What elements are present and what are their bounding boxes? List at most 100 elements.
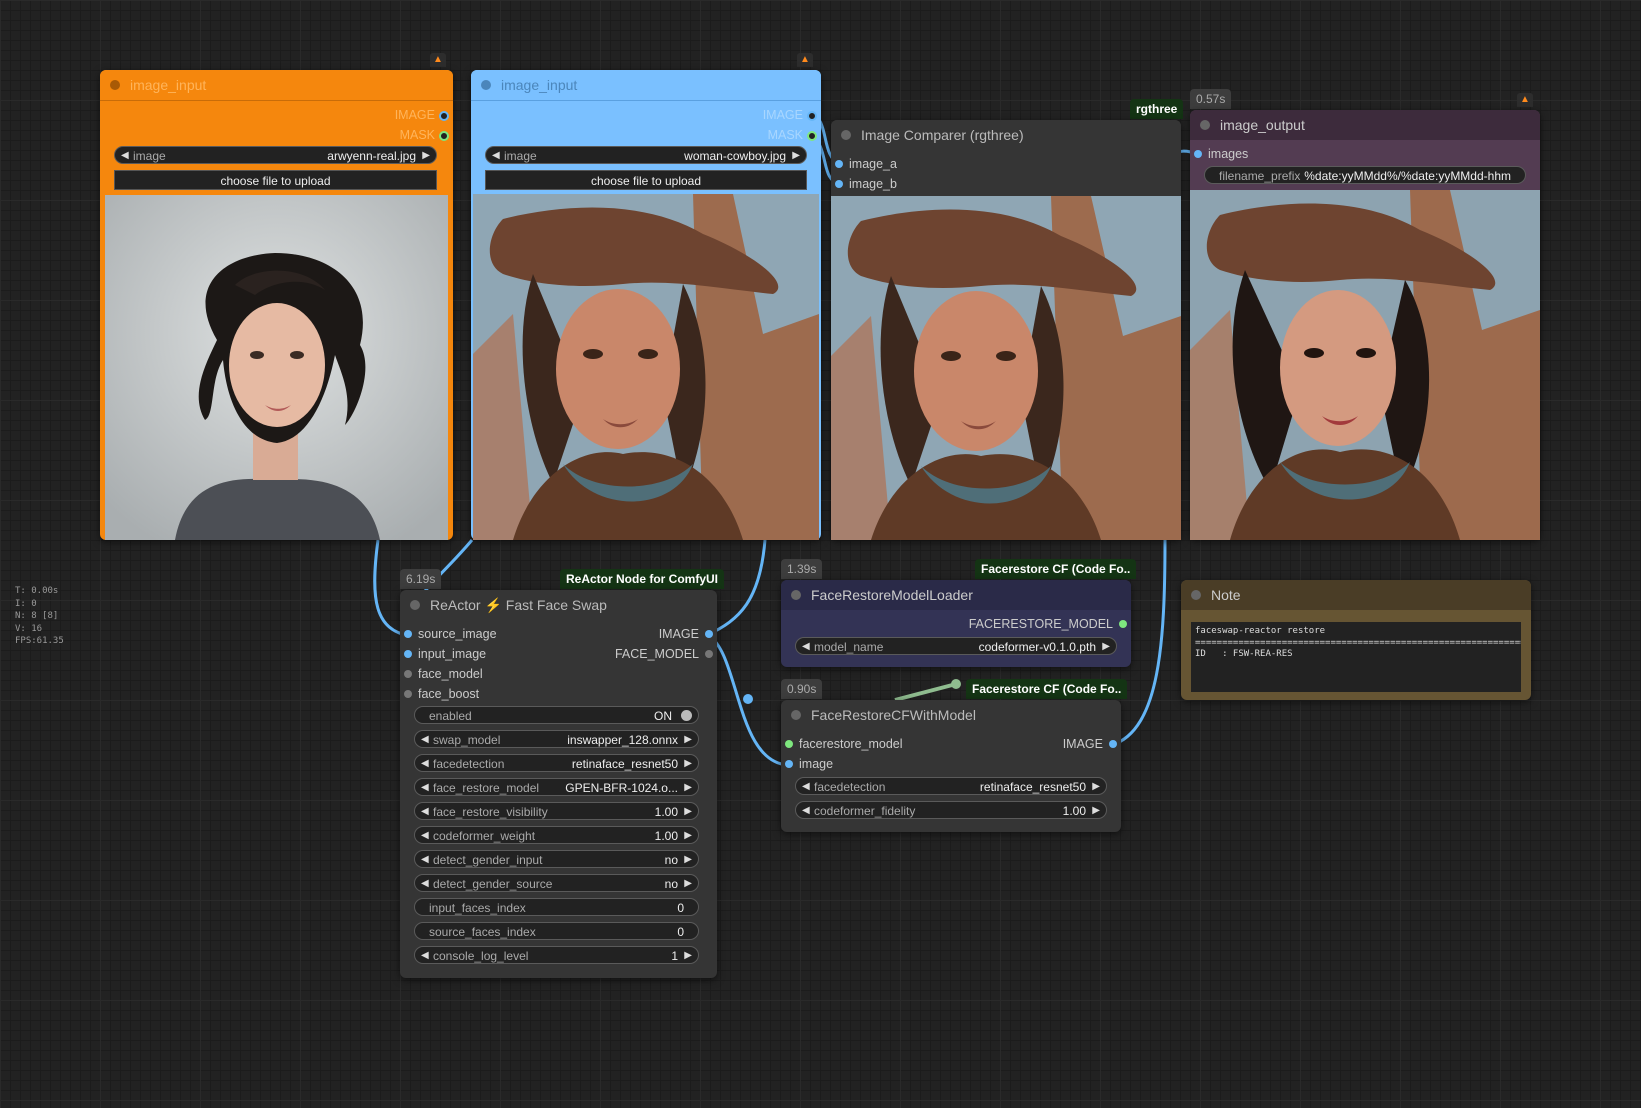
upload-button[interactable]: choose file to upload [114,170,437,190]
collapse-dot[interactable] [1191,590,1201,600]
input-image[interactable]: image [781,755,833,774]
arrow-right-icon[interactable]: ▶ [684,779,692,795]
arrow-left-icon[interactable]: ◀ [802,638,810,654]
collapse-dot[interactable] [1200,120,1210,130]
arrow-right-icon[interactable]: ▶ [684,731,692,747]
arrow-left-icon[interactable]: ◀ [421,851,429,867]
arrow-left-icon[interactable]: ◀ [421,779,429,795]
face-restore-visibility-number[interactable]: ◀ face_restore_visibility 1.00 ▶ [414,802,699,820]
collapse-dot[interactable] [791,590,801,600]
output-image[interactable]: IMAGE [983,735,1121,754]
slot-dot[interactable] [835,160,843,168]
input-source-image[interactable]: source_image [400,625,497,644]
collapse-dot[interactable] [481,80,491,90]
output-image[interactable]: IMAGE [315,106,453,125]
arrow-right-icon[interactable]: ▶ [684,851,692,867]
image-combo[interactable]: ◀ image arwyenn-real.jpg ▶ [114,146,437,164]
input-face-model[interactable]: face_model [400,665,483,684]
arrow-right-icon[interactable]: ▶ [1092,778,1100,794]
detect-gender-source-combo[interactable]: ◀ detect_gender_source no ▶ [414,874,699,892]
arrow-left-icon[interactable]: ◀ [421,947,429,963]
enabled-toggle[interactable]: enabled ON [414,706,699,724]
slot-dot[interactable] [785,760,793,768]
arrow-right-icon[interactable]: ▶ [792,147,800,163]
face-restore-model-combo[interactable]: ◀ face_restore_model GPEN-BFR-1024.o... ▶ [414,778,699,796]
node-title[interactable]: image_output [1190,110,1540,140]
slot-dot[interactable] [705,630,713,638]
input-input-image[interactable]: input_image [400,645,486,664]
codeformer-fidelity-number[interactable]: ◀ codeformer_fidelity 1.00 ▶ [795,801,1107,819]
arrow-left-icon[interactable]: ◀ [421,803,429,819]
slot-dot[interactable] [404,650,412,658]
node-title[interactable]: FaceRestoreModelLoader [781,580,1131,610]
arrow-right-icon[interactable]: ▶ [684,875,692,891]
node-note[interactable]: Note faceswap-reactor restore ==========… [1181,580,1531,700]
note-textarea[interactable]: faceswap-reactor restore ===============… [1191,622,1521,692]
arrow-left-icon[interactable]: ◀ [121,147,129,163]
slot-dot[interactable] [404,630,412,638]
slot-dot[interactable] [807,111,817,121]
arrow-right-icon[interactable]: ▶ [1092,802,1100,818]
codeformer-weight-number[interactable]: ◀ codeformer_weight 1.00 ▶ [414,826,699,844]
output-facerestore-model[interactable]: FACERESTORE_MODEL [913,615,1131,634]
arrow-right-icon[interactable]: ▶ [684,803,692,819]
filename-prefix-field[interactable]: filename_prefix %date:yyMMdd%/%date:yyMM… [1204,166,1526,184]
arrow-left-icon[interactable]: ◀ [421,731,429,747]
image-combo[interactable]: ◀ image woman-cowboy.jpg ▶ [485,146,807,164]
swap-model-combo[interactable]: ◀ swap_model inswapper_128.onnx ▶ [414,730,699,748]
node-image-comparer[interactable]: Image Comparer (rgthree) image_a image_b [831,120,1181,540]
console-log-level-number[interactable]: ◀ console_log_level 1 ▶ [414,946,699,964]
facedetection-combo[interactable]: ◀ facedetection retinaface_resnet50 ▶ [795,777,1107,795]
toggle-knob[interactable] [681,710,692,721]
output-mask[interactable]: MASK [315,126,453,145]
arrow-right-icon[interactable]: ▶ [684,755,692,771]
arrow-left-icon[interactable]: ◀ [802,802,810,818]
arrow-left-icon[interactable]: ◀ [421,755,429,771]
output-mask[interactable]: MASK [683,126,821,145]
facedetection-combo[interactable]: ◀ facedetection retinaface_resnet50 ▶ [414,754,699,772]
input-image-b[interactable]: image_b [831,175,897,194]
collapse-dot[interactable] [841,130,851,140]
collapse-dot[interactable] [110,80,120,90]
slot-dot[interactable] [1109,740,1117,748]
slot-dot[interactable] [404,670,412,678]
node-image-input-1[interactable]: image_input IMAGE MASK ◀ image arwyenn-r… [100,70,453,540]
slot-dot[interactable] [835,180,843,188]
slot-dot[interactable] [1194,150,1202,158]
node-face-restore-cf-with-model[interactable]: FaceRestoreCFWithModel facerestore_model… [781,700,1121,832]
collapse-dot[interactable] [410,600,420,610]
output-image[interactable]: IMAGE [579,625,717,644]
arrow-left-icon[interactable]: ◀ [421,827,429,843]
node-title[interactable]: image_input [100,70,453,101]
arrow-right-icon[interactable]: ▶ [422,147,430,163]
slot-dot[interactable] [404,690,412,698]
node-image-output[interactable]: image_output images filename_prefix %dat… [1190,110,1540,540]
arrow-right-icon[interactable]: ▶ [1102,638,1110,654]
detect-gender-input-combo[interactable]: ◀ detect_gender_input no ▶ [414,850,699,868]
output-image[interactable]: IMAGE [683,106,821,125]
source-faces-index-field[interactable]: source_faces_index 0 [414,922,699,940]
node-title[interactable]: FaceRestoreCFWithModel [781,700,1121,730]
node-title[interactable]: Image Comparer (rgthree) [831,120,1181,150]
arrow-right-icon[interactable]: ▶ [684,947,692,963]
model-name-combo[interactable]: ◀ model_name codeformer-v0.1.0.pth ▶ [795,637,1117,655]
input-image-a[interactable]: image_a [831,155,897,174]
arrow-left-icon[interactable]: ◀ [421,875,429,891]
slot-dot[interactable] [785,740,793,748]
slot-dot[interactable] [439,131,449,141]
slot-dot[interactable] [1119,620,1127,628]
input-face-boost[interactable]: face_boost [400,685,479,704]
arrow-left-icon[interactable]: ◀ [492,147,500,163]
collapse-dot[interactable] [791,710,801,720]
node-title[interactable]: ReActor ⚡ Fast Face Swap [400,590,717,620]
node-face-restore-model-loader[interactable]: FaceRestoreModelLoader FACERESTORE_MODEL… [781,580,1131,667]
input-images[interactable]: images [1190,145,1248,164]
node-reactor-fast-face-swap[interactable]: ReActor ⚡ Fast Face Swap source_image in… [400,590,717,978]
slot-dot[interactable] [439,111,449,121]
node-title[interactable]: Note [1181,580,1531,610]
output-face-model[interactable]: FACE_MODEL [579,645,717,664]
input-faces-index-field[interactable]: input_faces_index 0 [414,898,699,916]
arrow-right-icon[interactable]: ▶ [684,827,692,843]
slot-dot[interactable] [807,131,817,141]
slot-dot[interactable] [705,650,713,658]
